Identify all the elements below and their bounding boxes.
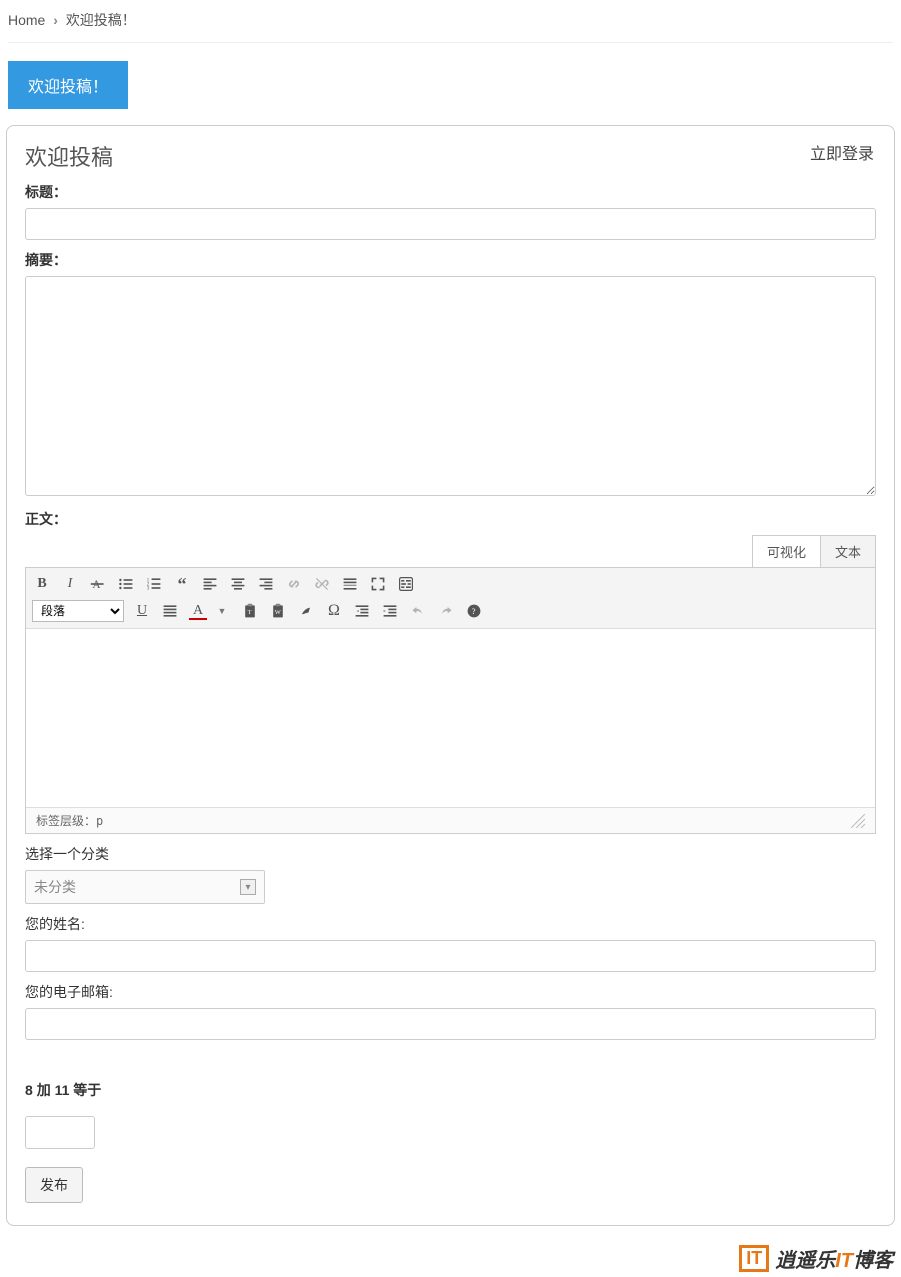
redo-icon[interactable] <box>436 601 456 621</box>
italic-icon[interactable]: I <box>60 574 80 594</box>
resize-handle-icon[interactable] <box>851 814 865 828</box>
label-category: 选择一个分类 <box>25 844 876 864</box>
align-center-icon[interactable] <box>228 574 248 594</box>
align-justify-icon[interactable] <box>160 601 180 621</box>
unlink-icon[interactable] <box>312 574 332 594</box>
breadcrumb: Home › 欢迎投稿！ <box>0 0 901 40</box>
panel-title: 欢迎投稿 <box>25 140 876 172</box>
divider <box>8 42 893 43</box>
special-char-icon[interactable]: Ω <box>324 601 344 621</box>
paragraph-select[interactable]: 段落 <box>32 600 124 622</box>
outdent-icon[interactable] <box>352 601 372 621</box>
help-icon[interactable]: ? <box>464 601 484 621</box>
editor-tabs: 可视化 文本 <box>25 535 876 567</box>
label-name: 您的姓名: <box>25 914 876 934</box>
label-content: 正文： <box>25 509 876 529</box>
clear-format-icon[interactable] <box>296 601 316 621</box>
content-editor-area[interactable] <box>26 629 875 807</box>
breadcrumb-current: 欢迎投稿！ <box>66 12 136 28</box>
align-right-icon[interactable] <box>256 574 276 594</box>
label-summary: 摘要： <box>25 250 876 270</box>
align-left-icon[interactable] <box>200 574 220 594</box>
strikethrough-icon[interactable]: A <box>88 574 108 594</box>
tab-visual[interactable]: 可视化 <box>752 535 821 567</box>
svg-text:W: W <box>275 609 282 616</box>
svg-text:A: A <box>92 579 100 591</box>
name-input[interactable] <box>25 940 876 972</box>
indent-icon[interactable] <box>380 601 400 621</box>
page-title-button[interactable]: 欢迎投稿！ <box>8 61 128 109</box>
submit-button[interactable]: 发布 <box>25 1167 83 1203</box>
submission-panel: 立即登录 欢迎投稿 标题： 摘要： 正文： 可视化 文本 B I A 123 “ <box>6 125 895 1226</box>
watermark-logo-icon: IT <box>739 1245 769 1272</box>
blockquote-icon[interactable]: “ <box>172 574 192 594</box>
text-color-dropdown-icon[interactable]: ▼ <box>212 601 232 621</box>
bullet-list-icon[interactable] <box>116 574 136 594</box>
chevron-right-icon: › <box>53 12 58 28</box>
link-icon[interactable] <box>284 574 304 594</box>
captcha-input[interactable] <box>25 1116 95 1149</box>
chevron-down-icon: ▾ <box>240 879 256 895</box>
label-title: 标题： <box>25 182 876 202</box>
undo-icon[interactable] <box>408 601 428 621</box>
category-select[interactable]: 未分类 ▾ <box>25 870 265 904</box>
svg-text:3: 3 <box>147 587 150 592</box>
tab-text[interactable]: 文本 <box>820 535 876 567</box>
numbered-list-icon[interactable]: 123 <box>144 574 164 594</box>
breadcrumb-home[interactable]: Home <box>8 12 45 28</box>
login-link[interactable]: 立即登录 <box>810 140 874 164</box>
paste-text-icon[interactable]: T <box>240 601 260 621</box>
insert-more-icon[interactable] <box>340 574 360 594</box>
email-input[interactable] <box>25 1008 876 1040</box>
bold-icon[interactable]: B <box>32 574 52 594</box>
text-color-icon[interactable]: A <box>188 601 208 621</box>
toolbar-toggle-icon[interactable] <box>396 574 416 594</box>
editor: B I A 123 “ 段落 U <box>25 567 876 834</box>
category-selected-value: 未分类 <box>34 877 76 897</box>
svg-text:T: T <box>248 609 252 616</box>
fullscreen-icon[interactable] <box>368 574 388 594</box>
editor-status-bar: 标签层级：p <box>26 807 875 833</box>
label-email: 您的电子邮箱: <box>25 982 876 1002</box>
summary-textarea[interactable] <box>25 276 876 496</box>
title-input[interactable] <box>25 208 876 240</box>
captcha-question: 8 加 11 等于 <box>25 1080 876 1100</box>
svg-text:?: ? <box>472 606 476 616</box>
paste-word-icon[interactable]: W <box>268 601 288 621</box>
site-watermark: IT 逍遥乐IT博客 <box>731 1240 901 1277</box>
editor-toolbar: B I A 123 “ 段落 U <box>26 568 875 629</box>
underline-icon[interactable]: U <box>132 601 152 621</box>
